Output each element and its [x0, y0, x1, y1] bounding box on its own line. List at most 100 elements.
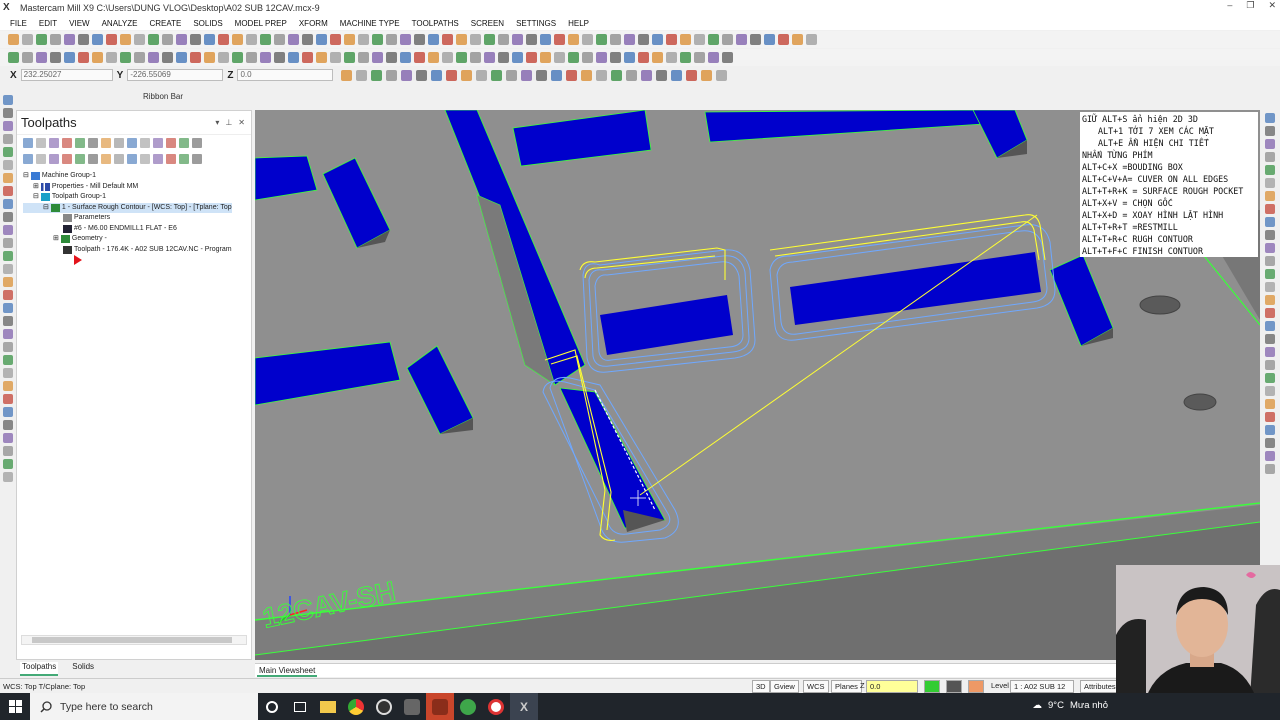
left-strip-tool-icon[interactable]: [3, 303, 13, 313]
menu-edit[interactable]: EDIT: [39, 19, 57, 28]
toolbar-tool-icon[interactable]: [414, 34, 425, 45]
right-strip-tool-icon[interactable]: [1265, 373, 1275, 383]
app-icon-4[interactable]: [482, 693, 510, 720]
autocursor-tool-icon[interactable]: [461, 69, 473, 81]
maximize-icon[interactable]: ❐: [1246, 0, 1254, 11]
toolbar-tool-icon[interactable]: [610, 52, 621, 63]
toolbar-tool-icon[interactable]: [120, 34, 131, 45]
toolbar-tool-icon[interactable]: [582, 52, 593, 63]
app-icon-1[interactable]: [398, 693, 426, 720]
left-strip-tool-icon[interactable]: [3, 433, 13, 443]
toolbar-tool-icon[interactable]: [78, 34, 89, 45]
toolbar-tool-icon[interactable]: [302, 52, 313, 63]
right-strip-tool-icon[interactable]: [1265, 152, 1275, 162]
tree-geometry[interactable]: ⊞ Geometry -: [23, 234, 232, 245]
point-style-icon[interactable]: [946, 680, 962, 693]
left-strip-tool-icon[interactable]: [3, 472, 13, 482]
toolbar-tool-icon[interactable]: [456, 34, 467, 45]
app-icon-3[interactable]: [454, 693, 482, 720]
right-strip-tool-icon[interactable]: [1265, 308, 1275, 318]
toolbar-tool-icon[interactable]: [470, 52, 481, 63]
line-style-icon[interactable]: [968, 680, 984, 693]
collapse-icon[interactable]: ⊟: [33, 192, 39, 203]
right-strip-tool-icon[interactable]: [1265, 191, 1275, 201]
toolbar-tool-icon[interactable]: [736, 34, 747, 45]
right-strip-tool-icon[interactable]: [1265, 217, 1275, 227]
level-dropdown[interactable]: 1 : A02 SUB 12: [1010, 680, 1074, 693]
toolbar-tool-icon[interactable]: [386, 34, 397, 45]
left-strip-tool-icon[interactable]: [3, 394, 13, 404]
toolpath-manager-tool-icon[interactable]: [114, 154, 124, 164]
left-strip-tool-icon[interactable]: [3, 199, 13, 209]
tab-toolpaths[interactable]: Toolpaths: [20, 662, 59, 676]
left-strip-tool-icon[interactable]: [3, 134, 13, 144]
obs-icon[interactable]: [370, 693, 398, 720]
autocursor-tool-icon[interactable]: [641, 69, 653, 81]
toolbar-tool-icon[interactable]: [358, 34, 369, 45]
left-strip-tool-icon[interactable]: [3, 251, 13, 261]
toolbar-tool-icon[interactable]: [470, 34, 481, 45]
menu-solids[interactable]: SOLIDS: [193, 19, 222, 28]
toolbar-tool-icon[interactable]: [204, 34, 215, 45]
toolbar-tool-icon[interactable]: [694, 52, 705, 63]
toolbar-tool-icon[interactable]: [596, 52, 607, 63]
toolpath-manager-tool-icon[interactable]: [179, 138, 189, 148]
right-strip-tool-icon[interactable]: [1265, 438, 1275, 448]
toolbar-tool-icon[interactable]: [162, 52, 173, 63]
toolbar-tool-icon[interactable]: [36, 34, 47, 45]
autocursor-tool-icon[interactable]: [686, 69, 698, 81]
toolbar-tool-icon[interactable]: [218, 52, 229, 63]
toolbar-tool-icon[interactable]: [246, 34, 257, 45]
toolbar-tool-icon[interactable]: [680, 52, 691, 63]
toolbar-tool-icon[interactable]: [246, 52, 257, 63]
tree-machine-group[interactable]: ⊟ Machine Group-1: [23, 171, 232, 182]
left-strip-tool-icon[interactable]: [3, 108, 13, 118]
left-strip-tool-icon[interactable]: [3, 407, 13, 417]
toolbar-tool-icon[interactable]: [428, 52, 439, 63]
toolbar-tool-icon[interactable]: [512, 52, 523, 63]
left-strip-tool-icon[interactable]: [3, 95, 13, 105]
tree-toolpath-group[interactable]: ⊟ Toolpath Group-1: [23, 192, 232, 203]
toolpath-manager-tool-icon[interactable]: [36, 138, 46, 148]
horizontal-scrollbar[interactable]: [21, 635, 247, 645]
toolbar-tool-icon[interactable]: [638, 52, 649, 63]
autocursor-tool-icon[interactable]: [626, 69, 638, 81]
tree-toolpath[interactable]: Toolpath - 176.4K - A02 SUB 12CAV.NC - P…: [23, 245, 232, 256]
left-strip-tool-icon[interactable]: [3, 316, 13, 326]
right-strip-tool-icon[interactable]: [1265, 178, 1275, 188]
toolpath-manager-tool-icon[interactable]: [23, 138, 33, 148]
toolpath-manager-tool-icon[interactable]: [88, 154, 98, 164]
toolbar-tool-icon[interactable]: [778, 34, 789, 45]
toolbar-tool-icon[interactable]: [610, 34, 621, 45]
toolbar-tool-icon[interactable]: [344, 34, 355, 45]
left-strip-tool-icon[interactable]: [3, 264, 13, 274]
3d-button[interactable]: 3D: [752, 680, 770, 693]
toolbar-tool-icon[interactable]: [708, 34, 719, 45]
toolbar-tool-icon[interactable]: [484, 52, 495, 63]
toolbar-tool-icon[interactable]: [540, 34, 551, 45]
toolbar-tool-icon[interactable]: [680, 34, 691, 45]
tree-properties[interactable]: ⊞ Properties - Mill Default MM: [23, 182, 232, 193]
dropdown-icon[interactable]: ▾: [215, 118, 219, 127]
left-strip-tool-icon[interactable]: [3, 420, 13, 430]
right-strip-tool-icon[interactable]: [1265, 334, 1275, 344]
toolbar-tool-icon[interactable]: [218, 34, 229, 45]
autocursor-tool-icon[interactable]: [536, 69, 548, 81]
toolbar-tool-icon[interactable]: [78, 52, 89, 63]
toolbar-tool-icon[interactable]: [176, 34, 187, 45]
autocursor-tool-icon[interactable]: [431, 69, 443, 81]
menu-screen[interactable]: SCREEN: [471, 19, 504, 28]
color-swatch-icon[interactable]: [924, 680, 940, 693]
toolbar-tool-icon[interactable]: [260, 52, 271, 63]
toolbar-tool-icon[interactable]: [554, 52, 565, 63]
toolbar-tool-icon[interactable]: [722, 52, 733, 63]
toolbar-tool-icon[interactable]: [344, 52, 355, 63]
toolbar-tool-icon[interactable]: [428, 34, 439, 45]
toolpath-manager-tool-icon[interactable]: [88, 138, 98, 148]
toolbar-tool-icon[interactable]: [400, 52, 411, 63]
left-strip-tool-icon[interactable]: [3, 459, 13, 469]
weather-widget[interactable]: ☁ 9°C Mưa nhỏ: [1033, 700, 1109, 711]
toolbar-tool-icon[interactable]: [64, 34, 75, 45]
right-strip-tool-icon[interactable]: [1265, 425, 1275, 435]
toolbar-tool-icon[interactable]: [442, 52, 453, 63]
